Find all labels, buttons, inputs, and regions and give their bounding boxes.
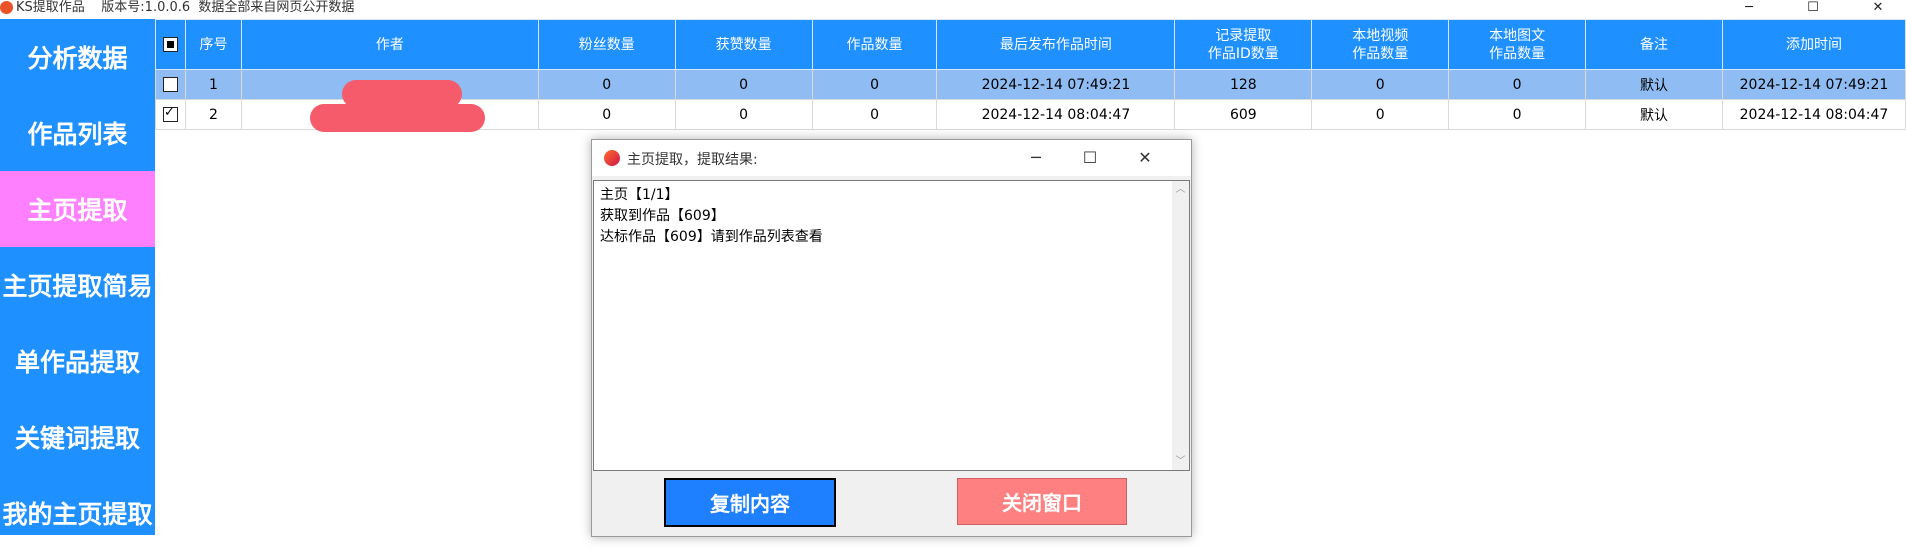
table-cell: 0 — [537, 99, 676, 130]
window-titlebar: KS提取作品 版本号:1.0.0.6 数据全部来自网页公开数据 ─ ☐ ✕ — [0, 0, 1906, 18]
row-checkbox-cell[interactable] — [155, 69, 186, 100]
sidebar-item-my-homepage-extract[interactable]: 我的主页提取 — [0, 475, 155, 551]
table-cell: 1 — [184, 69, 242, 100]
result-line: 达标作品【609】请到作品列表查看 — [600, 229, 823, 245]
checkbox-icon[interactable] — [162, 105, 178, 122]
scroll-up-icon[interactable]: ︿ — [1172, 181, 1189, 198]
table-cell: 0 — [1448, 99, 1587, 130]
table-cell: 609 — [1174, 99, 1313, 130]
app-icon — [604, 150, 620, 166]
checkbox-icon[interactable] — [162, 37, 178, 52]
sidebar: 分析数据 作品列表 主页提取 主页提取简易 单作品提取 关键词提取 我的主页提取 — [0, 19, 155, 535]
table-cell: 0 — [674, 69, 813, 100]
column-header[interactable]: 序号 — [184, 19, 242, 70]
table-cell: 0 — [537, 69, 676, 100]
table-cell: 默认 — [1585, 69, 1723, 100]
scroll-down-icon[interactable]: ﹀ — [1172, 453, 1189, 470]
close-icon[interactable]: ✕ — [1122, 144, 1168, 172]
result-text: 主页【1/1】 获取到作品【609】 达标作品【609】请到作品列表查看 — [600, 185, 823, 248]
column-header[interactable]: 粉丝数量 — [537, 19, 676, 70]
close-window-button[interactable]: 关闭窗口 — [957, 478, 1127, 525]
sidebar-item-homepage-extract-simple[interactable]: 主页提取简易 — [0, 247, 155, 323]
column-header[interactable]: 本地图文 作品数量 — [1448, 19, 1587, 70]
sidebar-item-homepage-extract[interactable]: 主页提取 — [0, 171, 155, 247]
sidebar-item-single-work-extract[interactable]: 单作品提取 — [0, 323, 155, 399]
table-cell: 2024-12-14 08:04:47 — [936, 99, 1176, 130]
table-cell: 0 — [674, 99, 813, 130]
column-header[interactable]: 本地视频 作品数量 — [1311, 19, 1450, 70]
table-cell: 0 — [1448, 69, 1587, 100]
window-title: KS提取作品 版本号:1.0.0.6 数据全部来自网页公开数据 — [16, 0, 355, 15]
table-cell: 128 — [1174, 69, 1313, 100]
result-line: 主页【1/1】 — [600, 187, 679, 203]
minimize-icon[interactable]: ─ — [1726, 0, 1772, 18]
table-cell: 0 — [811, 99, 938, 130]
table-cell: 0 — [1311, 69, 1450, 100]
table-cell: 0 — [811, 69, 938, 100]
dialog-title: 主页提取，提取结果: — [627, 152, 758, 168]
sidebar-item-keyword-extract[interactable]: 关键词提取 — [0, 399, 155, 475]
app-icon — [0, 1, 13, 14]
maximize-icon[interactable]: ☐ — [1790, 0, 1836, 18]
table-header-row: 序号 作者 粉丝数量 获赞数量 作品数量 最后发布作品时间 记录提取 作品ID数… — [155, 19, 1906, 70]
extract-result-dialog: 主页提取，提取结果: ─ ☐ ✕ 主页【1/1】 获取到作品【609】 达标作品… — [591, 139, 1192, 537]
table-cell: 默认 — [1585, 99, 1723, 130]
column-header[interactable]: 备注 — [1585, 19, 1723, 70]
column-header[interactable]: 作品数量 — [811, 19, 938, 70]
table-cell: 2024-12-14 07:49:21 — [936, 69, 1176, 100]
column-header[interactable]: 最后发布作品时间 — [936, 19, 1176, 70]
dialog-titlebar: 主页提取，提取结果: ─ ☐ ✕ — [592, 140, 1191, 176]
row-checkbox-cell[interactable] — [155, 99, 186, 130]
select-all-checkbox[interactable] — [155, 19, 186, 70]
sidebar-item-analyze-data[interactable]: 分析数据 — [0, 19, 155, 95]
close-icon[interactable]: ✕ — [1855, 0, 1901, 18]
table-cell: 0 — [1311, 99, 1450, 130]
column-header[interactable]: 记录提取 作品ID数量 — [1174, 19, 1313, 70]
table-cell: 2024-12-14 07:49:21 — [1722, 69, 1906, 100]
result-line: 获取到作品【609】 — [600, 208, 725, 224]
result-textbox[interactable]: 主页【1/1】 获取到作品【609】 达标作品【609】请到作品列表查看 ︿ ﹀ — [593, 180, 1190, 471]
checkbox-icon[interactable] — [162, 77, 178, 92]
table-cell: 2024-12-14 08:04:47 — [1722, 99, 1906, 130]
maximize-icon[interactable]: ☐ — [1067, 144, 1113, 172]
copy-content-button[interactable]: 复制内容 — [664, 478, 836, 527]
vertical-scrollbar[interactable]: ︿ ﹀ — [1172, 181, 1189, 470]
redaction-mark — [310, 104, 485, 132]
column-header[interactable]: 获赞数量 — [674, 19, 813, 70]
column-header[interactable]: 作者 — [240, 19, 539, 70]
column-header[interactable]: 添加时间 — [1722, 19, 1906, 70]
table-cell: 2 — [184, 99, 242, 130]
minimize-icon[interactable]: ─ — [1013, 144, 1059, 172]
sidebar-item-works-list[interactable]: 作品列表 — [0, 95, 155, 171]
